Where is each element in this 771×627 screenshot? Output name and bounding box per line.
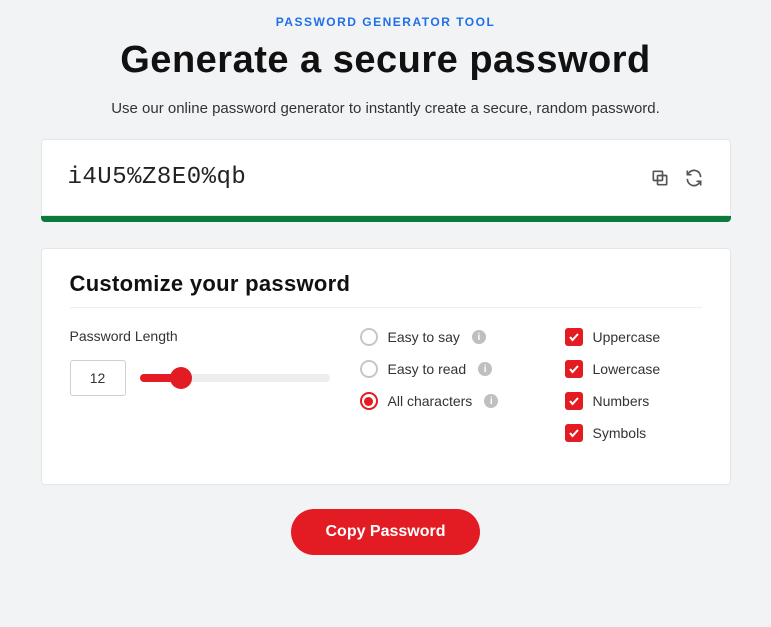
checkmark-icon [565,392,583,410]
checkbox-label: Symbols [593,425,647,441]
length-label: Password Length [70,328,330,344]
radio-all-characters[interactable]: All characters i [360,392,535,410]
radio-label: Easy to read [388,361,467,377]
radio-easy-read[interactable]: Easy to read i [360,360,535,378]
checkbox-label: Lowercase [593,361,661,377]
checkmark-icon [565,328,583,346]
length-input[interactable] [70,360,126,396]
checkmark-icon [565,360,583,378]
checkbox-numbers[interactable]: Numbers [565,392,715,410]
checkmark-icon [565,424,583,442]
generated-password: i4U5%Z8E0%qb [68,164,247,191]
radio-easy-say[interactable]: Easy to say i [360,328,535,346]
copy-password-button[interactable]: Copy Password [291,509,479,555]
password-display-box: i4U5%Z8E0%qb [41,139,731,216]
checkbox-uppercase[interactable]: Uppercase [565,328,715,346]
info-icon[interactable]: i [472,330,486,344]
radio-icon [360,392,378,410]
info-icon[interactable]: i [478,362,492,376]
radio-label: All characters [388,393,473,409]
checkbox-lowercase[interactable]: Lowercase [565,360,715,378]
regenerate-icon[interactable] [684,168,704,188]
copy-icon[interactable] [650,168,670,188]
password-strength-bar [41,216,731,222]
slider-thumb[interactable] [170,367,192,389]
page-subtitle: Use our online password generator to ins… [41,100,731,117]
checkbox-label: Numbers [593,393,650,409]
customize-heading: Customize your password [70,271,702,308]
radio-icon [360,328,378,346]
page-title: Generate a secure password [41,39,731,82]
radio-icon [360,360,378,378]
customize-panel: Customize your password Password Length … [41,248,731,485]
checkbox-symbols[interactable]: Symbols [565,424,715,442]
checkbox-label: Uppercase [593,329,661,345]
info-icon[interactable]: i [484,394,498,408]
length-slider[interactable] [140,374,330,382]
eyebrow-label: PASSWORD GENERATOR TOOL [41,15,731,29]
radio-label: Easy to say [388,329,460,345]
